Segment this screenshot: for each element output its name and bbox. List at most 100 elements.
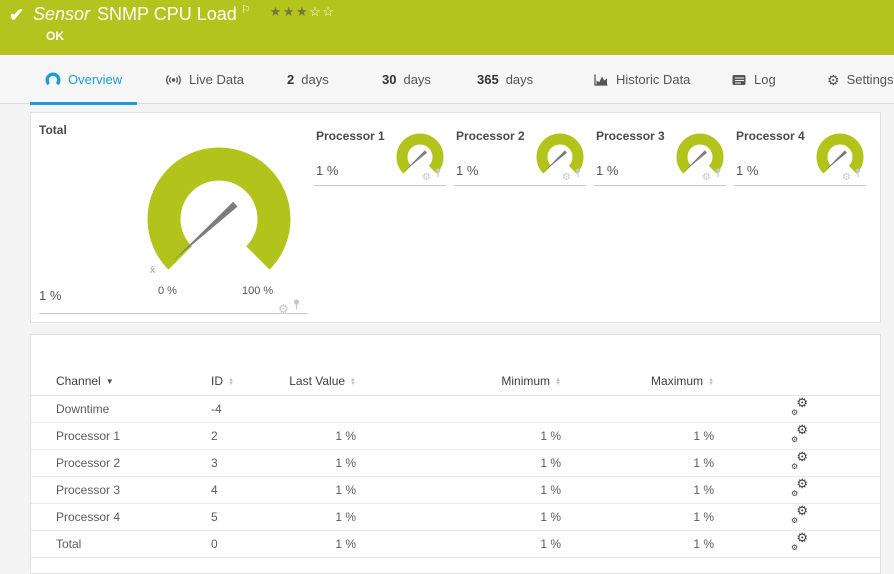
total-gauge-label: Total <box>39 123 67 137</box>
channel-last-value: 1 % <box>281 530 356 557</box>
tab-unit: days <box>403 72 430 87</box>
channel-last-value <box>281 395 356 422</box>
channel-maximum: 1 % <box>561 476 714 503</box>
channel-settings-icon[interactable]: ⚙⚙ <box>791 508 808 523</box>
mini-gauge-actions: ⚙ <box>562 165 582 183</box>
channel-settings-icon[interactable]: ⚙⚙ <box>791 427 808 442</box>
tab-label: Settings <box>847 72 894 87</box>
tab-label: Log <box>754 72 776 87</box>
gauge-panel: Total x̄ 1 % 0 % 100 % ⚙ Processor 1 1 %… <box>30 112 881 323</box>
gear-icon[interactable]: ⚙ <box>562 173 571 183</box>
channel-id: 2 <box>211 422 281 449</box>
channel-settings-icon[interactable]: ⚙⚙ <box>791 535 808 550</box>
column-header-last-value[interactable]: Last Value▲▼ <box>281 367 356 395</box>
tab-live-data[interactable]: Live Data <box>150 55 259 104</box>
column-header-actions <box>714 367 880 395</box>
channel-name: Processor 4 <box>31 503 211 530</box>
table-row: Processor 1 2 1 % 1 % 1 % ⚙⚙ <box>31 422 880 449</box>
table-row: Processor 3 4 1 % 1 % 1 % ⚙⚙ <box>31 476 880 503</box>
tab-number: 30 <box>382 72 396 87</box>
channel-id: 4 <box>211 476 281 503</box>
tab-log[interactable]: Log <box>716 55 791 104</box>
flag-icon[interactable]: ⚐ <box>241 4 251 16</box>
mini-gauge-label: Processor 3 <box>596 129 665 143</box>
live-data-icon <box>165 72 182 88</box>
pin-icon[interactable] <box>434 165 442 183</box>
channel-name: Processor 3 <box>31 476 211 503</box>
status-ok-check-icon: ✔ <box>9 5 24 26</box>
channel-minimum: 1 % <box>356 449 561 476</box>
gear-icon[interactable]: ⚙ <box>702 173 711 183</box>
star-filled-icon[interactable]: ★ <box>270 4 283 19</box>
settings-gear-icon: ⚙ <box>827 73 840 87</box>
gear-icon[interactable]: ⚙ <box>842 173 851 183</box>
channel-name: Total <box>31 530 211 557</box>
column-header-maximum[interactable]: Maximum▲▼ <box>561 367 714 395</box>
tab-365-days[interactable]: 365 days <box>462 55 548 104</box>
mini-gauge-label: Processor 1 <box>316 129 385 143</box>
gauge-mean-marker: x̄ <box>150 265 155 276</box>
tab-label: Overview <box>68 72 122 87</box>
channel-last-value: 1 % <box>281 503 356 530</box>
mini-gauge-processor-2: Processor 2 1 % ⚙ <box>454 129 586 186</box>
channel-maximum: 1 % <box>561 422 714 449</box>
mini-gauge-processor-3: Processor 3 1 % ⚙ <box>594 129 726 186</box>
total-gauge-divider <box>39 313 308 314</box>
table-row: Processor 2 3 1 % 1 % 1 % ⚙⚙ <box>31 449 880 476</box>
tab-label: Live Data <box>189 72 244 87</box>
sensor-header: ✔ SensorSNMP CPU Load⚐ ★★★☆☆ OK <box>0 0 894 55</box>
mini-gauge-label: Processor 4 <box>736 129 805 143</box>
sort-icon: ▲▼ <box>555 378 561 386</box>
tab-2-days[interactable]: 2 days <box>272 55 344 104</box>
mini-gauge-label: Processor 2 <box>456 129 525 143</box>
historic-data-icon <box>593 72 609 88</box>
tab-30-days[interactable]: 30 days <box>367 55 446 104</box>
pin-icon[interactable] <box>854 165 862 183</box>
channel-minimum <box>356 395 561 422</box>
pin-icon[interactable] <box>574 165 582 183</box>
channel-maximum: 1 % <box>561 503 714 530</box>
sensor-title: SNMP CPU Load <box>97 4 237 24</box>
column-header-id[interactable]: ID▲▼ <box>211 367 281 395</box>
mini-gauge-actions: ⚙ <box>422 165 442 183</box>
gauge-scale-max: 100 % <box>242 285 273 297</box>
mini-gauge-actions: ⚙ <box>842 165 862 183</box>
channel-last-value: 1 % <box>281 449 356 476</box>
channel-maximum: 1 % <box>561 449 714 476</box>
total-gauge-value: 1 % <box>39 288 61 303</box>
star-empty-icon[interactable]: ☆ <box>309 4 322 19</box>
channel-table-panel: Channel▼ ID▲▼ Last Value▲▼ Minimum▲▼ Max… <box>30 334 881 574</box>
channel-id: -4 <box>211 395 281 422</box>
channel-settings-icon[interactable]: ⚙⚙ <box>791 481 808 496</box>
channel-settings-icon[interactable]: ⚙⚙ <box>791 454 808 469</box>
sort-icon: ▲▼ <box>228 378 234 386</box>
mini-gauge-actions: ⚙ <box>702 165 722 183</box>
sort-icon: ▲▼ <box>708 378 714 386</box>
table-row: Processor 4 5 1 % 1 % 1 % ⚙⚙ <box>31 503 880 530</box>
channel-minimum: 1 % <box>356 422 561 449</box>
tab-unit: days <box>301 72 328 87</box>
channel-id: 0 <box>211 530 281 557</box>
channel-last-value: 1 % <box>281 422 356 449</box>
tab-number: 2 <box>287 72 294 87</box>
column-header-channel[interactable]: Channel▼ <box>31 367 211 395</box>
star-filled-icon[interactable]: ★ <box>283 4 296 19</box>
priority-stars[interactable]: ★★★☆☆ <box>270 4 336 19</box>
mini-gauge-processor-1: Processor 1 1 % ⚙ <box>314 129 446 186</box>
tab-historic-data[interactable]: Historic Data <box>578 55 705 104</box>
sensor-type-label: Sensor <box>33 4 90 24</box>
gear-icon[interactable]: ⚙ <box>422 173 431 183</box>
pin-icon[interactable] <box>714 165 722 183</box>
channel-settings-icon[interactable]: ⚙⚙ <box>791 400 808 415</box>
tab-overview[interactable]: Overview <box>30 55 137 104</box>
sensor-status: OK <box>46 29 64 43</box>
column-header-minimum[interactable]: Minimum▲▼ <box>356 367 561 395</box>
star-empty-icon[interactable]: ☆ <box>322 4 335 19</box>
channel-table: Channel▼ ID▲▼ Last Value▲▼ Minimum▲▼ Max… <box>31 367 880 558</box>
tab-settings[interactable]: ⚙ Settings <box>812 55 894 104</box>
mini-gauge-processor-4: Processor 4 1 % ⚙ <box>734 129 866 186</box>
sort-desc-icon: ▼ <box>106 377 114 386</box>
table-row: Downtime -4 ⚙⚙ <box>31 395 880 422</box>
mini-gauge-value: 1 % <box>596 163 618 178</box>
star-filled-icon[interactable]: ★ <box>296 4 309 19</box>
